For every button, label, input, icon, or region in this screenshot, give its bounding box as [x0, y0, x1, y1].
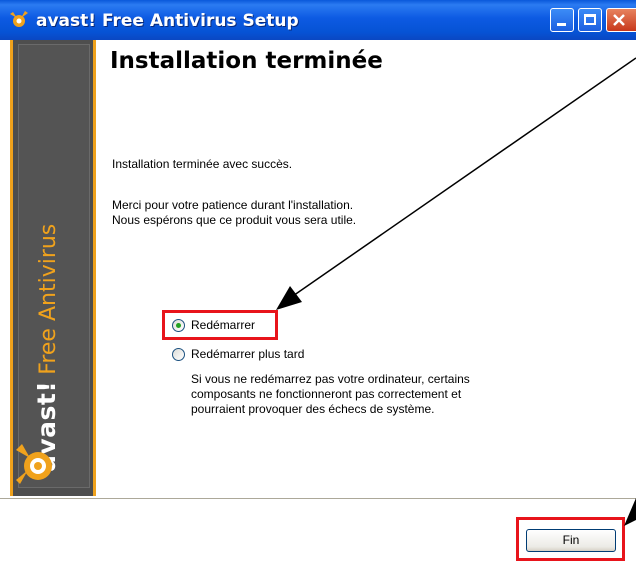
annotation-arrows [276, 57, 636, 526]
arrow-head-finish-icon [624, 498, 636, 526]
setup-window: avast! Free Antivirus Setup avast!Free A… [0, 0, 636, 564]
arrow-head-restart-icon [276, 286, 302, 310]
arrow-line-restart [289, 57, 636, 299]
